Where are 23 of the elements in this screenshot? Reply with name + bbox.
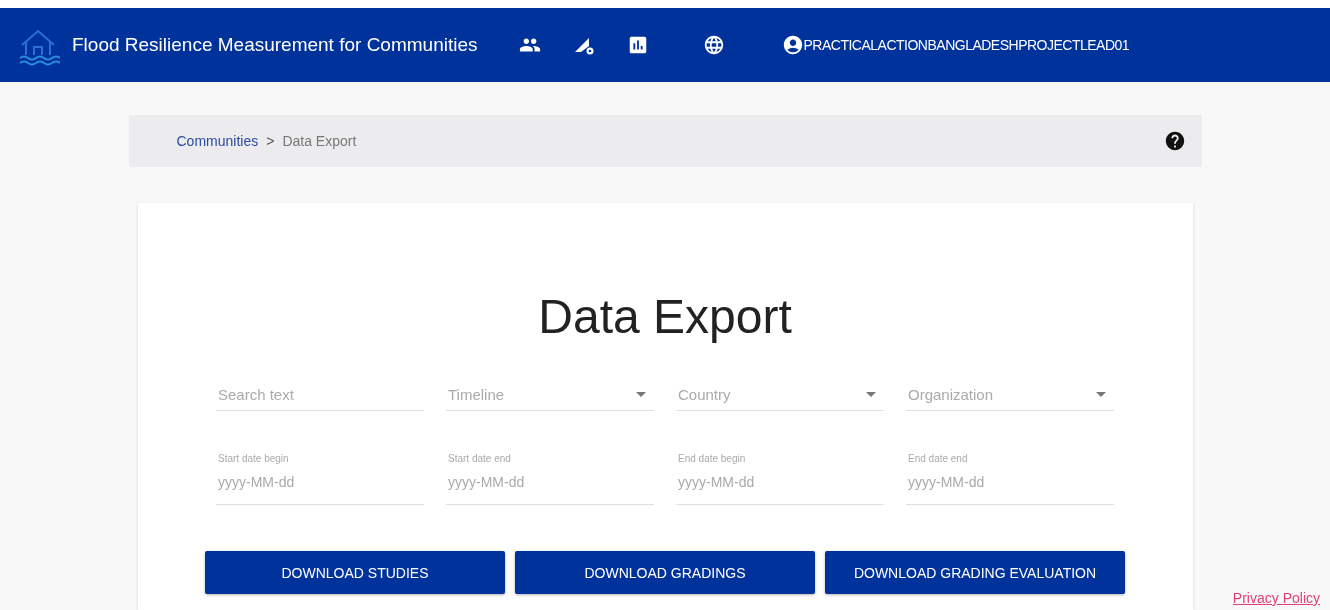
- dropdown-icon: [1096, 391, 1106, 397]
- select-field[interactable]: Organization: [906, 378, 1114, 411]
- account-icon[interactable]: [781, 34, 804, 56]
- help-icon[interactable]: [1163, 130, 1186, 152]
- date-field[interactable]: End date end yyyy-MM-dd: [906, 453, 1114, 505]
- download-button[interactable]: DOWNLOAD STUDIES: [205, 551, 505, 594]
- breadcrumb-current: Data Export: [282, 133, 357, 149]
- search-field[interactable]: Search text: [216, 378, 424, 411]
- dropdown-icon: [866, 391, 876, 397]
- dropdown-icon: [636, 391, 646, 397]
- page-title: Data Export: [538, 289, 792, 344]
- select-field[interactable]: Timeline: [446, 378, 654, 411]
- app-title: Flood Resilience Measurement for Communities: [72, 34, 478, 56]
- date-field[interactable]: Start date end yyyy-MM-dd: [446, 453, 654, 505]
- select-field[interactable]: Country: [676, 378, 884, 411]
- download-button[interactable]: DOWNLOAD GRADING EVALUATION: [825, 551, 1125, 594]
- date-field[interactable]: Start date begin yyyy-MM-dd: [216, 453, 424, 505]
- breadcrumb-link[interactable]: Communities: [176, 133, 259, 149]
- date-field[interactable]: End date begin yyyy-MM-dd: [676, 453, 884, 505]
- breadcrumb-separator: >: [266, 133, 275, 149]
- privacy-policy-link[interactable]: Privacy Policy: [1232, 590, 1320, 606]
- download-button[interactable]: DOWNLOAD GRADINGS: [515, 551, 815, 594]
- user-name[interactable]: PRACTICALACTIONBANGLADESHPROJECTLEAD01: [803, 37, 1130, 53]
